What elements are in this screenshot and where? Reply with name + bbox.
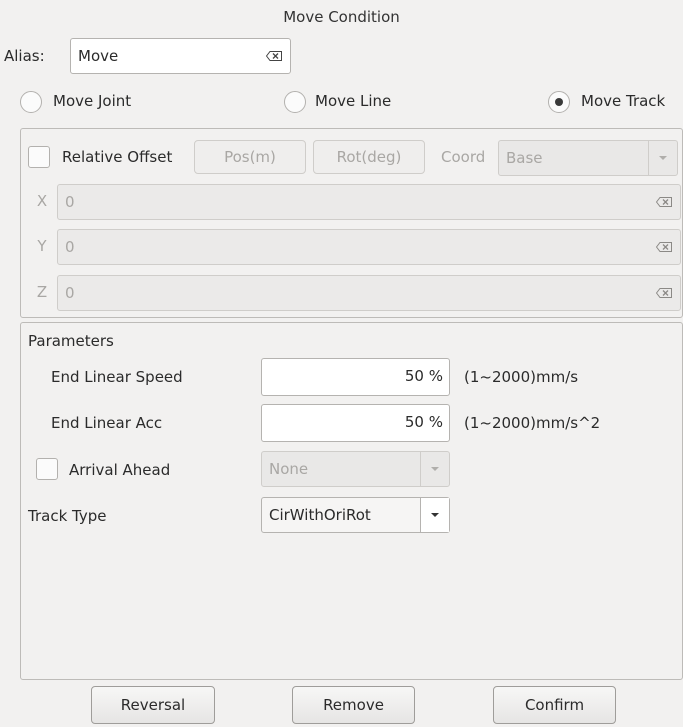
alias-input[interactable]: Move	[70, 38, 291, 74]
z-input[interactable]: 0	[57, 275, 681, 311]
end-linear-acc-label: End Linear Acc	[51, 414, 163, 432]
move-joint-label[interactable]: Move Joint	[53, 92, 131, 110]
end-linear-speed-label: End Linear Speed	[51, 368, 183, 386]
coord-label: Coord	[441, 148, 486, 166]
remove-button[interactable]: Remove	[292, 686, 415, 724]
move-track-radio[interactable]	[548, 91, 570, 113]
reversal-button[interactable]: Reversal	[91, 686, 215, 724]
confirm-button[interactable]: Confirm	[493, 686, 616, 724]
arrival-ahead-label[interactable]: Arrival Ahead	[69, 461, 170, 479]
parameters-title: Parameters	[28, 332, 114, 350]
move-track-label[interactable]: Move Track	[581, 92, 665, 110]
x-axis-label: X	[36, 192, 48, 210]
coord-select[interactable]: Base	[498, 140, 678, 176]
arrival-ahead-select[interactable]: None	[261, 451, 450, 487]
clear-text-icon[interactable]	[266, 51, 282, 61]
clear-text-icon[interactable]	[656, 197, 672, 207]
pos-button[interactable]: Pos(m)	[194, 140, 306, 174]
move-joint-radio[interactable]	[20, 91, 42, 113]
arrival-ahead-checkbox[interactable]	[36, 458, 58, 480]
chevron-down-icon	[648, 141, 677, 175]
coord-select-value: Base	[506, 149, 543, 167]
chevron-down-icon[interactable]	[420, 498, 449, 532]
x-input[interactable]: 0	[57, 184, 681, 220]
end-linear-speed-range: (1~2000)mm/s	[464, 368, 579, 386]
y-axis-label: Y	[37, 237, 47, 255]
end-linear-acc-range: (1~2000)mm/s^2	[464, 414, 601, 432]
relative-offset-checkbox[interactable]	[28, 146, 50, 168]
alias-label: Alias:	[4, 47, 45, 65]
z-axis-label: Z	[36, 283, 48, 301]
end-linear-acc-input[interactable]: 50 %	[261, 404, 450, 442]
dialog-title: Move Condition	[283, 8, 400, 26]
track-type-value: CirWithOriRot	[269, 506, 371, 524]
y-input[interactable]: 0	[57, 229, 681, 265]
relative-offset-label[interactable]: Relative Offset	[62, 148, 172, 166]
chevron-down-icon	[420, 452, 449, 486]
end-linear-speed-input[interactable]: 50 %	[261, 358, 450, 396]
x-input-value: 0	[65, 193, 75, 211]
move-line-radio[interactable]	[284, 91, 306, 113]
track-type-label: Track Type	[28, 507, 107, 525]
rot-button[interactable]: Rot(deg)	[313, 140, 425, 174]
clear-text-icon[interactable]	[656, 242, 672, 252]
z-input-value: 0	[65, 284, 75, 302]
y-input-value: 0	[65, 238, 75, 256]
arrival-ahead-value: None	[269, 460, 309, 478]
track-type-select[interactable]: CirWithOriRot	[261, 497, 450, 533]
clear-text-icon[interactable]	[656, 288, 672, 298]
move-line-label[interactable]: Move Line	[315, 92, 391, 110]
alias-input-value: Move	[78, 47, 119, 65]
